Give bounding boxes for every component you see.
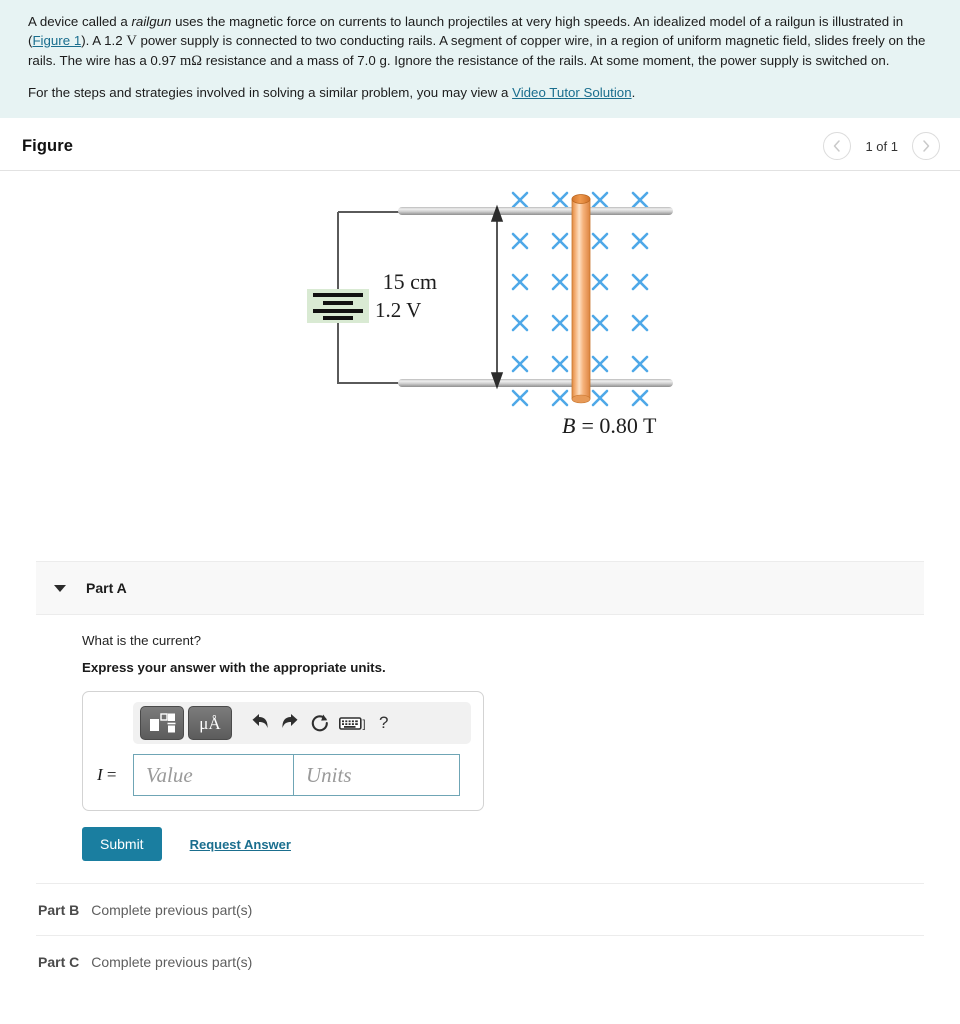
copper-wire-slider xyxy=(571,194,591,404)
units-button[interactable]: μÅ xyxy=(188,706,232,740)
request-answer-link[interactable]: Request Answer xyxy=(190,837,291,852)
statement-text-2a: For the steps and strategies involved in… xyxy=(28,85,513,100)
chevron-right-icon xyxy=(923,140,930,152)
part-a-actions: Submit Request Answer xyxy=(82,827,960,861)
figure-prev-button[interactable] xyxy=(823,132,852,160)
length-dimension-arrow xyxy=(490,204,504,390)
undo-icon xyxy=(252,714,268,728)
undo-button[interactable] xyxy=(247,711,273,735)
reset-button[interactable] xyxy=(307,711,333,735)
video-tutor-solution-link[interactable]: Video Tutor Solution xyxy=(512,85,632,100)
part-a-label: Part A xyxy=(86,580,127,596)
equals-sign: = xyxy=(106,765,117,784)
redo-button[interactable] xyxy=(277,711,303,735)
milliohm-unit: mΩ xyxy=(180,53,203,69)
part-a-header[interactable]: Part A xyxy=(36,561,924,615)
rail-top xyxy=(398,207,673,215)
part-a-body: What is the current? Express your answer… xyxy=(0,615,960,861)
chevron-left-icon xyxy=(834,140,841,152)
part-c-label: Part C xyxy=(38,953,80,970)
statement-text-2b: . xyxy=(631,85,636,100)
figure-next-button[interactable] xyxy=(912,132,940,160)
answer-row: I = xyxy=(95,754,471,796)
magnetic-field-label: B = 0.80 T xyxy=(562,413,657,438)
keyboard-button[interactable]: ] xyxy=(337,711,371,735)
problem-statement: A device called a railgun uses the magne… xyxy=(0,0,960,118)
part-b-row[interactable]: Part B Complete previous part(s) xyxy=(36,883,924,935)
answer-variable-label: I = xyxy=(95,765,133,785)
figure-canvas: 1.2 V 15 cm B = 0.80 T xyxy=(0,171,960,561)
part-a-instruction: Express your answer with the appropriate… xyxy=(82,660,386,675)
battery-symbol xyxy=(307,289,369,323)
submit-button[interactable]: Submit xyxy=(82,827,162,861)
figure-page-label: 1 of 1 xyxy=(865,138,898,154)
caret-down-icon[interactable] xyxy=(54,584,66,592)
statement-text-1c: ). A 1.2 xyxy=(81,33,127,48)
figure-header: Figure 1 of 1 xyxy=(0,118,960,171)
statement-text-1e: resistance and a mass of 7.0 g. Ignore t… xyxy=(202,53,890,68)
statement-text-1a: A device called a xyxy=(28,14,132,29)
answer-entry-box: μÅ] ? I = Value Units xyxy=(82,691,484,811)
length-label: 15 cm xyxy=(383,269,437,294)
part-a-question: What is the current? xyxy=(82,633,201,648)
statement-emphasis-railgun: railgun xyxy=(131,14,172,29)
battery-label: 1.2 V xyxy=(375,298,421,322)
keyboard-bracket: ] xyxy=(363,719,366,731)
redo-icon xyxy=(282,714,298,728)
railgun-diagram: 1.2 V 15 cm B = 0.80 T xyxy=(307,191,673,438)
part-c-row[interactable]: Part C Complete previous part(s) xyxy=(36,935,924,987)
part-b-status: Complete previous part(s) xyxy=(91,901,253,918)
field-symbol: B xyxy=(562,413,575,438)
rail-bottom xyxy=(398,379,673,387)
figure-title: Figure xyxy=(22,136,74,155)
help-button[interactable]: ? xyxy=(375,713,392,733)
math-toolbar: μÅ] ? xyxy=(133,702,471,744)
statement-paragraph-2: For the steps and strategies involved in… xyxy=(28,83,932,102)
units-button-label: μÅ xyxy=(199,713,221,733)
statement-paragraph-1: A device called a railgun uses the magne… xyxy=(28,12,932,71)
reset-icon xyxy=(311,714,328,732)
value-input[interactable] xyxy=(133,754,293,796)
part-c-status: Complete previous part(s) xyxy=(91,953,253,970)
keyboard-icon: ] xyxy=(339,717,366,731)
figure-pager: 1 of 1 xyxy=(823,132,940,160)
variable-symbol: I xyxy=(97,765,103,784)
units-input[interactable] xyxy=(293,754,460,796)
volt-unit: V xyxy=(126,33,137,49)
figure-1-link[interactable]: Figure 1 xyxy=(32,33,81,48)
template-icon xyxy=(150,713,176,733)
template-button[interactable] xyxy=(140,706,184,740)
part-b-label: Part B xyxy=(38,901,80,918)
field-value: = 0.80 T xyxy=(581,413,657,438)
